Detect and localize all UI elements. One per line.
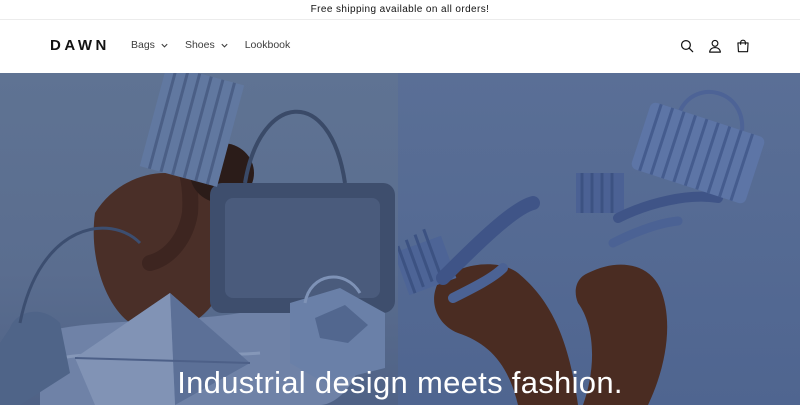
nav-item-label: Bags	[131, 39, 155, 51]
nav-item-shoes[interactable]: Shoes	[185, 39, 229, 51]
nav-item-label: Lookbook	[244, 39, 291, 51]
hero-image-bags	[0, 73, 398, 405]
site-header: DAWN Bags Shoes Lookbook	[0, 20, 800, 73]
hero-image-shoes	[393, 73, 800, 405]
nav-item-bags[interactable]: Bags	[131, 39, 169, 51]
hero-heading: Industrial design meets fashion.	[177, 365, 623, 400]
chevron-down-icon	[220, 41, 229, 50]
nav-item-lookbook[interactable]: Lookbook	[245, 39, 291, 51]
header-icons	[679, 36, 750, 56]
announcement-text: Free shipping available on all orders!	[310, 4, 490, 15]
search-icon[interactable]	[679, 36, 694, 56]
hero-banner: Industrial design meets fashion.	[0, 73, 800, 405]
chevron-down-icon	[160, 41, 169, 50]
main-nav: Bags Shoes Lookbook	[131, 39, 290, 51]
cart-icon[interactable]	[735, 36, 750, 56]
announcement-bar: Free shipping available on all orders!	[0, 0, 800, 20]
nav-item-label: Shoes	[184, 39, 215, 51]
account-icon[interactable]	[707, 36, 722, 56]
store-logo[interactable]: DAWN	[50, 37, 110, 54]
